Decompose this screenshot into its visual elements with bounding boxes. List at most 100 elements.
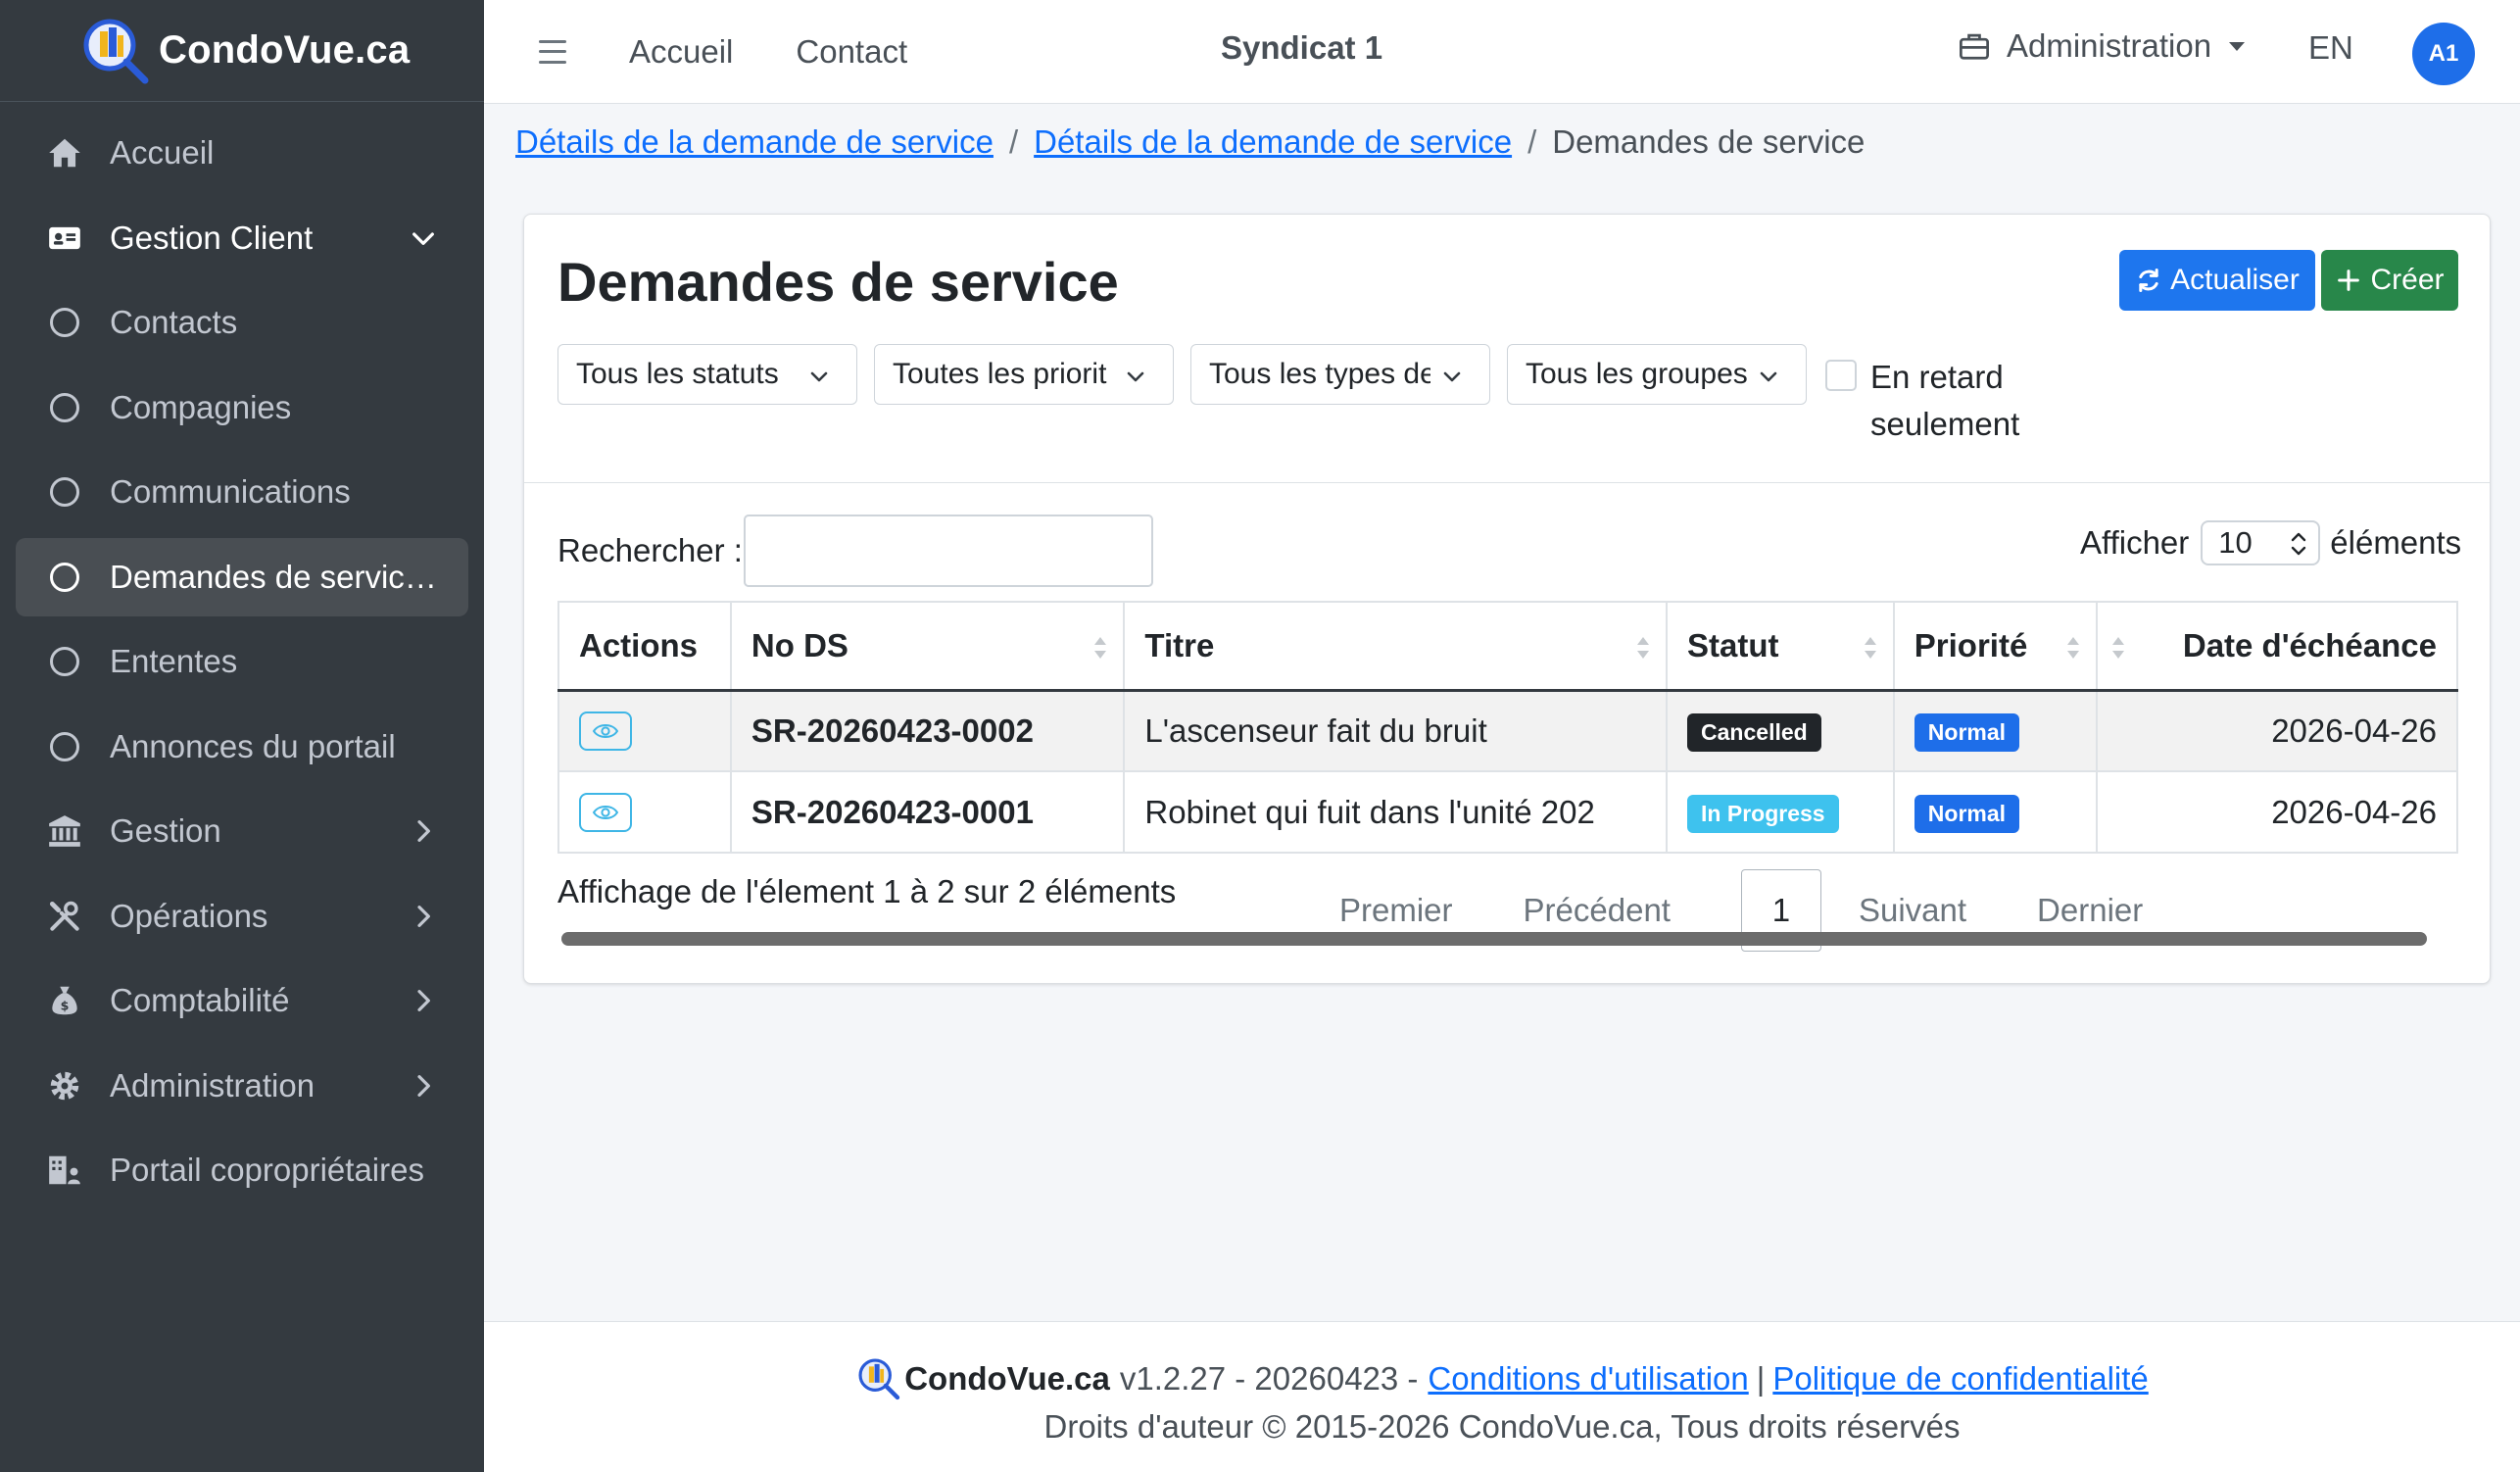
sidebar-item-label: Compagnies bbox=[110, 388, 292, 425]
search-input[interactable] bbox=[744, 515, 1153, 587]
sidebar-item-demandes-de-service[interactable]: Demandes de service... bbox=[16, 537, 468, 616]
plus-icon bbox=[2338, 270, 2360, 291]
nav-link-contact[interactable]: Contact bbox=[796, 33, 907, 71]
table-header-row: Actions No DS Titre Statut Priorité Date… bbox=[557, 601, 2458, 692]
money-bag-icon: $ bbox=[45, 981, 84, 1020]
sidebar-item-contacts[interactable]: Contacts bbox=[16, 283, 468, 362]
sidebar-item-label: Portail copropriétaires bbox=[110, 1152, 424, 1188]
page-length-control: Afficher 10 éléments bbox=[2080, 520, 2461, 565]
refresh-button[interactable]: Actualiser bbox=[2119, 250, 2315, 311]
administration-dropdown[interactable]: Administration bbox=[1958, 27, 2246, 65]
sidebar-item-label: Contacts bbox=[110, 304, 238, 340]
sidebar-item-label: Gestion Client bbox=[110, 219, 314, 256]
eye-icon bbox=[592, 805, 619, 819]
syndicat-name: Syndicat 1 bbox=[1221, 29, 1383, 66]
sidebar-item-operations[interactable]: Opérations bbox=[16, 877, 468, 956]
page-length-prefix: Afficher bbox=[2080, 524, 2190, 561]
avatar[interactable]: A1 bbox=[2412, 23, 2475, 85]
type-filter-select[interactable]: Tous les types de bbox=[1190, 344, 1490, 405]
brand-name: CondoVue.ca bbox=[159, 28, 411, 72]
pagination-last[interactable]: Dernier bbox=[2037, 892, 2143, 929]
language-switch[interactable]: EN bbox=[2308, 29, 2353, 67]
pagination-first[interactable]: Premier bbox=[1339, 892, 1453, 929]
service-requests-card: Demandes de service Actualiser Créer Tou… bbox=[523, 214, 2491, 984]
column-header-no-ds[interactable]: No DS bbox=[729, 601, 1126, 692]
sidebar-item-comptabilite[interactable]: $ Comptabilité bbox=[16, 961, 468, 1040]
pagination-previous[interactable]: Précédent bbox=[1524, 892, 1671, 929]
footer-pipe: | bbox=[1756, 1360, 1766, 1397]
table-row: SR-20260423-0001 Robinet qui fuit dans l… bbox=[557, 770, 2458, 854]
overdue-only-checkbox[interactable] bbox=[1825, 360, 1857, 391]
pagination-next[interactable]: Suivant bbox=[1859, 892, 1966, 929]
footer-brand: CondoVue.ca bbox=[904, 1360, 1110, 1397]
actions-cell bbox=[557, 689, 732, 772]
horizontal-scrollbar[interactable] bbox=[561, 932, 2427, 946]
chevron-right-icon bbox=[417, 1074, 430, 1097]
group-filter-value: Tous les groupes bbox=[1526, 358, 1747, 390]
copyright-text: Droits d'auteur © 2015-2026 CondoVue.ca,… bbox=[1043, 1408, 1961, 1445]
status-cell: Cancelled bbox=[1666, 689, 1895, 772]
status-badge: In Progress bbox=[1687, 794, 1839, 833]
priority-filter-value: Toutes les priorit bbox=[893, 358, 1107, 390]
due-date-cell: 2026-04-26 bbox=[2096, 689, 2458, 772]
administration-label: Administration bbox=[2007, 27, 2212, 64]
sidebar-item-label: Gestion bbox=[110, 812, 221, 849]
view-button[interactable] bbox=[579, 711, 632, 751]
sidebar-item-gestion[interactable]: Gestion bbox=[16, 792, 468, 870]
column-header-priorite[interactable]: Priorité bbox=[1892, 601, 2099, 692]
table-row: SR-20260423-0002 L'ascenseur fait du bru… bbox=[557, 689, 2458, 772]
chevron-right-icon bbox=[417, 820, 430, 842]
create-button[interactable]: Créer bbox=[2321, 250, 2458, 311]
priority-filter-select[interactable]: Toutes les priorit bbox=[874, 344, 1174, 405]
sidebar-item-portail[interactable]: Portail copropriétaires bbox=[16, 1131, 468, 1209]
ds-number-cell: SR-20260423-0002 bbox=[729, 689, 1126, 772]
sort-icon bbox=[1094, 637, 1107, 659]
breadcrumb-link-detail-1[interactable]: Détails de la demande de service bbox=[515, 123, 993, 161]
sidebar-item-label: Opérations bbox=[110, 897, 268, 934]
tools-icon bbox=[45, 897, 84, 936]
card-header: Demandes de service Actualiser Créer Tou… bbox=[524, 215, 2490, 483]
sidebar-item-gestion-client[interactable]: Gestion Client bbox=[16, 199, 468, 277]
overdue-label-line2: seulement bbox=[1870, 406, 2020, 442]
sort-icon bbox=[2067, 637, 2080, 659]
privacy-link[interactable]: Politique de confidentialité bbox=[1772, 1360, 2148, 1398]
terms-link[interactable]: Conditions d'utilisation bbox=[1428, 1360, 1748, 1398]
sidebar-item-administration[interactable]: Administration bbox=[16, 1047, 468, 1125]
circle-icon bbox=[50, 477, 79, 507]
column-header-date-echeance[interactable]: Date d'échéance bbox=[2096, 601, 2458, 692]
column-header-statut[interactable]: Statut bbox=[1666, 601, 1895, 692]
chevron-down-icon bbox=[1443, 371, 1461, 382]
overdue-only-label[interactable]: En retard seulement bbox=[1870, 354, 2066, 448]
circle-icon bbox=[50, 308, 79, 337]
page-length-suffix: éléments bbox=[2330, 524, 2462, 561]
status-filter-select[interactable]: Tous les statuts bbox=[557, 344, 857, 405]
eye-icon bbox=[592, 723, 619, 738]
sidebar-item-accueil[interactable]: Accueil bbox=[16, 114, 468, 192]
sidebar-item-compagnies[interactable]: Compagnies bbox=[16, 368, 468, 447]
table-info-text: Affichage de l'élement 1 à 2 sur 2 éléme… bbox=[557, 873, 1177, 909]
sidebar-item-communications[interactable]: Communications bbox=[16, 453, 468, 531]
sidebar-nav: Accueil Gestion Client Contacts Compagni… bbox=[0, 102, 484, 1228]
breadcrumb-link-detail-2[interactable]: Détails de la demande de service bbox=[1034, 123, 1512, 161]
breadcrumb-current: Demandes de service bbox=[1552, 123, 1866, 160]
sidebar-item-ententes[interactable]: Ententes bbox=[16, 622, 468, 701]
column-header-titre[interactable]: Titre bbox=[1123, 601, 1669, 692]
page-length-select[interactable]: 10 bbox=[2201, 520, 2321, 565]
ds-number-cell: SR-20260423-0001 bbox=[729, 770, 1126, 854]
search-label: Rechercher : bbox=[557, 532, 743, 568]
sidebar-item-label: Administration bbox=[110, 1066, 315, 1104]
footer-version: v1.2.27 - 20260423 - bbox=[1119, 1360, 1419, 1397]
breadcrumb-separator: / bbox=[1527, 123, 1537, 160]
chevron-down-icon bbox=[412, 231, 434, 245]
top-navbar: Accueil Contact Syndicat 1 Administratio… bbox=[484, 0, 2520, 104]
hamburger-menu-icon[interactable] bbox=[539, 39, 566, 64]
chevron-down-icon bbox=[1127, 371, 1144, 382]
home-icon bbox=[45, 133, 84, 172]
brand-link[interactable]: CondoVue.ca bbox=[0, 0, 484, 102]
nav-link-accueil[interactable]: Accueil bbox=[629, 33, 733, 71]
sidebar-item-annonces[interactable]: Annonces du portail bbox=[16, 708, 468, 786]
footer: CondoVue.ca v1.2.27 - 20260423 - Conditi… bbox=[484, 1321, 2520, 1472]
view-button[interactable] bbox=[579, 792, 632, 832]
group-filter-select[interactable]: Tous les groupes bbox=[1507, 344, 1807, 405]
title-cell: L'ascenseur fait du bruit bbox=[1123, 689, 1669, 772]
